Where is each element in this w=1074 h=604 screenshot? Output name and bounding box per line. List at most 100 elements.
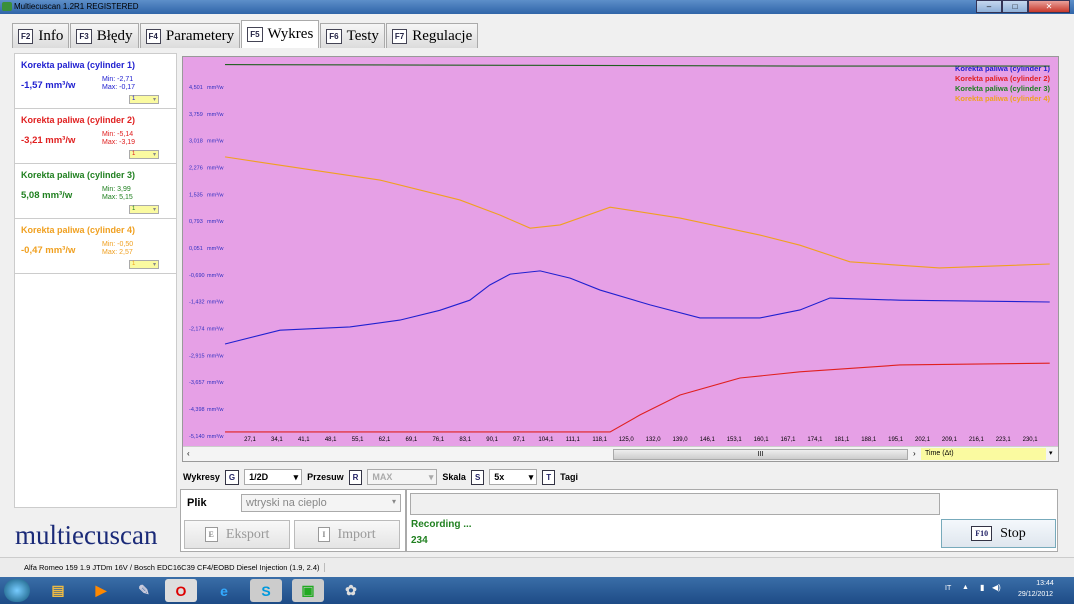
- x-tick-label: 104,1: [538, 437, 554, 443]
- stop-button[interactable]: F10 Stop: [941, 519, 1056, 548]
- x-tick-label: 125,0: [619, 437, 635, 443]
- channel-axis-select[interactable]: 1 ▾: [129, 205, 159, 214]
- chevron-down-icon: ▾: [428, 472, 434, 482]
- close-button[interactable]: ✕: [1028, 0, 1070, 13]
- channel-max: Max: -3,19: [102, 139, 136, 146]
- y-tick-label: -2,174: [189, 327, 205, 333]
- x-tick-label: 41,1: [298, 437, 310, 443]
- legend-entry: Korekta paliwa (cylinder 3): [955, 84, 1051, 93]
- volume-icon[interactable]: ◀): [992, 583, 1001, 592]
- y-tick-unit: mm³/w: [207, 407, 224, 413]
- skala-label: Skala: [442, 472, 466, 482]
- chevron-down-icon[interactable]: ▾: [1049, 449, 1053, 457]
- x-tick-label: 132,0: [646, 437, 662, 443]
- language-indicator[interactable]: IT: [945, 585, 951, 592]
- x-tick-label: 188,1: [861, 437, 877, 443]
- channel-axis-value: 1: [132, 96, 136, 102]
- y-tick-unit: mm³/w: [207, 327, 224, 333]
- x-tick-label: 76,1: [432, 437, 444, 443]
- start-button[interactable]: [4, 579, 30, 602]
- explorer-icon[interactable]: ▤: [42, 579, 74, 602]
- x-tick-label: 90,1: [486, 437, 498, 443]
- x-tick-label: 230,1: [1023, 437, 1039, 443]
- maximize-button[interactable]: □: [1002, 0, 1028, 13]
- y-tick-label: -5,140: [189, 434, 205, 440]
- x-tick-label: 216,1: [969, 437, 985, 443]
- x-tick-label: 153,1: [727, 437, 743, 443]
- tab-key: F7: [391, 28, 408, 44]
- export-button[interactable]: E Eksport: [184, 520, 290, 549]
- x-tick-label: 118,1: [592, 437, 607, 443]
- key-r[interactable]: R: [348, 469, 363, 485]
- import-button[interactable]: I Import: [294, 520, 400, 549]
- chevron-down-icon: ▾: [528, 472, 534, 482]
- sample-count: 234: [411, 535, 428, 546]
- channel-min: Min: -0,50: [102, 241, 134, 248]
- y-tick-label: -0,690: [189, 273, 205, 279]
- channel-value: -3,21 mm³/w: [21, 135, 76, 146]
- status-panel: Recording ... 234 F10 Stop: [406, 489, 1058, 552]
- channel-axis-select[interactable]: 1 ▾: [129, 260, 159, 269]
- scroll-thumb[interactable]: III: [613, 449, 908, 460]
- channel-axis-select[interactable]: 1 ▾: [129, 95, 159, 104]
- channel-card: Korekta paliwa (cylinder 4) -0,47 mm³/w …: [15, 219, 176, 274]
- y-tick-unit: mm³/w: [207, 380, 224, 386]
- tab-testy[interactable]: F6 Testy: [320, 23, 385, 48]
- y-tick-label: 4,501: [189, 85, 203, 91]
- key-s[interactable]: S: [470, 469, 485, 485]
- tab-label: Błędy: [96, 27, 133, 44]
- logo: multiecuscan: [15, 520, 158, 550]
- multiecuscan-taskbar-icon[interactable]: ▣: [292, 579, 324, 602]
- y-tick-unit: mm³/w: [207, 166, 224, 172]
- media-player-icon[interactable]: ▶: [85, 579, 117, 602]
- x-tick-label: 139,0: [673, 437, 689, 443]
- channel-min: Min: -5,14: [102, 131, 134, 138]
- channel-min: Min: 3,99: [102, 186, 131, 193]
- file-select[interactable]: wtryski na cieplo ▾: [241, 494, 401, 512]
- ie-icon[interactable]: e: [208, 579, 240, 602]
- channel-card: Korekta paliwa (cylinder 2) -3,21 mm³/w …: [15, 109, 176, 164]
- tab-label: Parametery: [165, 27, 235, 44]
- x-axis-select[interactable]: Time (Δt): [921, 448, 1046, 460]
- paint-icon[interactable]: ✿: [335, 579, 367, 602]
- channel-value: 5,08 mm³/w: [21, 190, 73, 201]
- file-value: wtryski na cieplo: [246, 497, 327, 509]
- channel-max: Max: 2,57: [102, 249, 133, 256]
- chart-area: 4,501 mm³/w 3,759 mm³/w 3,018 mm³/w 2,276 mm³/w…: [182, 56, 1059, 462]
- skala-select[interactable]: 5x ▾: [489, 469, 538, 485]
- clock-time[interactable]: 13:44: [1025, 580, 1065, 587]
- tab-key: F6: [326, 28, 342, 44]
- channel-name: Korekta paliwa (cylinder 4): [21, 225, 136, 235]
- battery-icon[interactable]: ▮: [980, 583, 984, 592]
- y-tick-unit: mm³/w: [207, 85, 224, 91]
- tab-key: F3: [76, 28, 92, 44]
- minimize-button[interactable]: –: [976, 0, 1002, 13]
- x-tick-label: 48,1: [325, 437, 337, 443]
- chart-scrollbar[interactable]: ‹ III › Time (Δt) ▾: [183, 446, 1058, 461]
- key-g[interactable]: G: [224, 469, 240, 485]
- channel-axis-select[interactable]: 1 ▾: [129, 150, 159, 159]
- tray-arrow-icon[interactable]: ▲: [962, 584, 969, 591]
- status-message-box: [410, 493, 940, 515]
- status-bar: Alfa Romeo 159 1.9 JTDm 16V / Bosch EDC1…: [0, 557, 1074, 577]
- key-t[interactable]: T: [542, 469, 556, 485]
- tab-info[interactable]: F2 Info: [12, 23, 70, 48]
- tab-błędy[interactable]: F3 Błędy: [70, 23, 139, 48]
- clock-date[interactable]: 29/12/2012: [1018, 591, 1053, 598]
- tab-regulacje[interactable]: F7 Regulacje: [385, 23, 479, 48]
- przesuw-select[interactable]: MAX ▾: [367, 469, 438, 485]
- tab-parametery[interactable]: F4 Parametery: [139, 23, 241, 48]
- tool-icon[interactable]: ✎: [128, 579, 160, 602]
- y-tick-unit: mm³/w: [207, 219, 224, 225]
- y-tick-label: -1,432: [189, 300, 205, 306]
- x-tick-label: 195,1: [888, 437, 904, 443]
- tab-wykres[interactable]: F5 Wykres: [241, 20, 320, 48]
- scroll-left-arrow[interactable]: ‹: [187, 449, 190, 458]
- y-tick-unit: mm³/w: [207, 192, 224, 198]
- skype-icon[interactable]: S: [250, 579, 282, 602]
- opera-icon[interactable]: O: [165, 579, 197, 602]
- chart-controls: Wykresy G 1/2D ▾ Przesuw R MAX ▾ Skala S 5…: [183, 469, 578, 485]
- scroll-right-arrow[interactable]: ›: [913, 449, 916, 458]
- wykresy-select[interactable]: 1/2D ▾: [244, 469, 303, 485]
- chevron-down-icon: ▾: [391, 497, 396, 506]
